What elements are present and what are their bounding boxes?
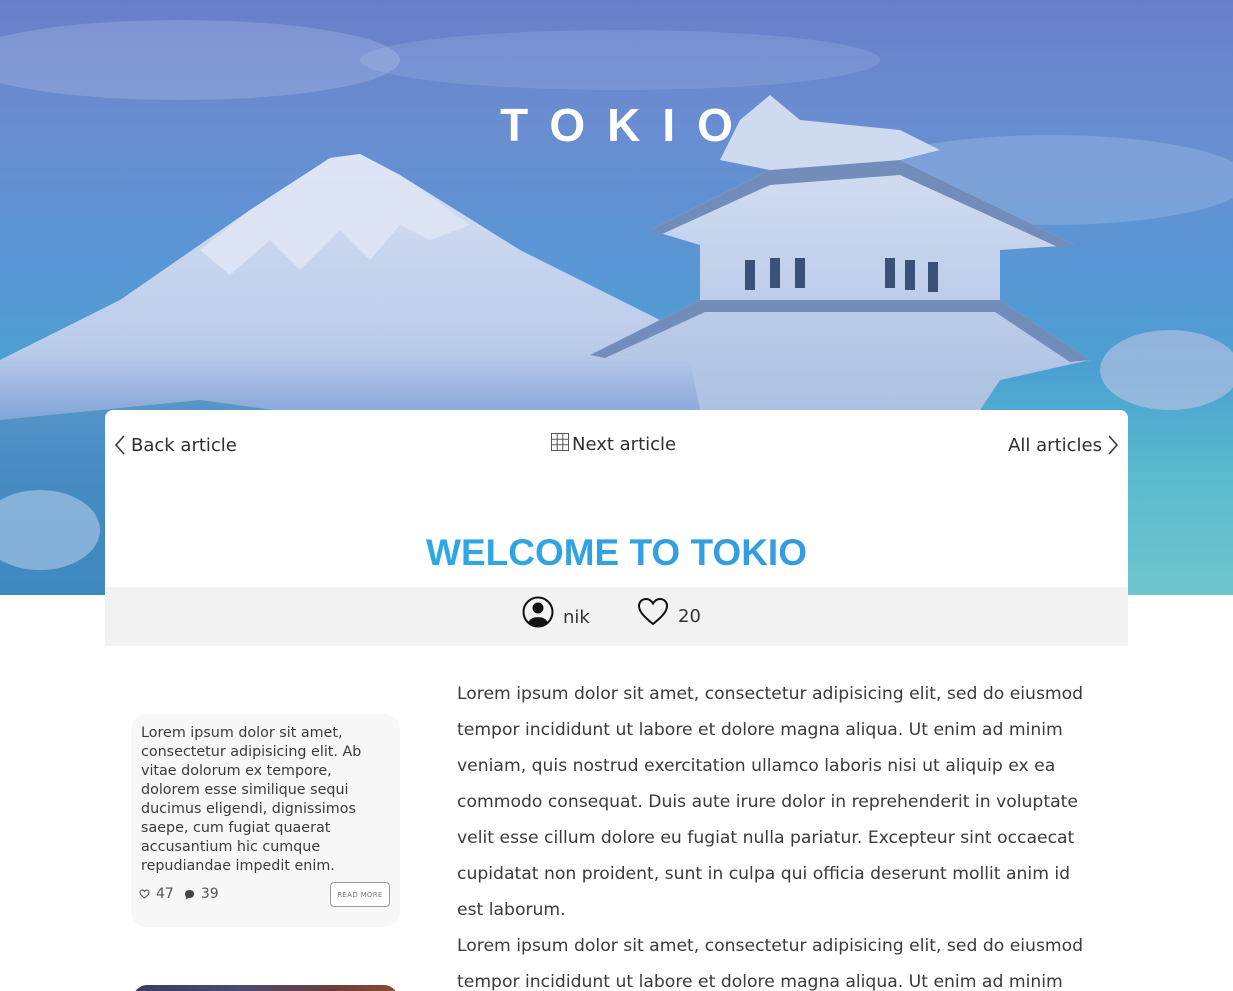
article-body: Lorem ipsum dolor sit amet, consectetur … — [457, 676, 1097, 991]
likes-count: 20 — [678, 606, 701, 627]
all-articles-link[interactable]: All articles — [1008, 434, 1120, 456]
next-article-label: Next article — [572, 434, 677, 455]
chevron-left-icon — [114, 435, 125, 455]
related-article-stats: 47 39 — [139, 886, 229, 902]
related-article-thumbnail[interactable] — [133, 985, 398, 991]
related-comments-count: 39 — [200, 886, 219, 902]
article-header-card: Back article Next article All articles W… — [105, 410, 1128, 646]
user-circle-icon — [522, 596, 554, 628]
grid-icon — [551, 432, 569, 451]
likes-info[interactable]: 20 — [637, 596, 701, 627]
back-article-link[interactable]: Back article — [113, 434, 237, 456]
next-article-link[interactable]: Next article — [550, 432, 677, 455]
author-name: nik — [563, 606, 590, 628]
related-article-card: Lorem ipsum dolor sit amet, consectetur … — [131, 714, 400, 927]
related-article-excerpt: Lorem ipsum dolor sit amet, consectetur … — [141, 725, 362, 874]
article-nav: Back article Next article All articles — [105, 410, 1128, 484]
article-paragraph: Lorem ipsum dolor sit amet, consectetur … — [457, 936, 1084, 991]
author-info[interactable]: nik — [522, 596, 590, 628]
hero-title: TOKIO — [500, 99, 755, 151]
related-likes-count: 47 — [156, 886, 174, 902]
heart-icon — [637, 597, 669, 625]
article-meta-bar: nik 20 — [105, 587, 1128, 646]
back-article-label: Back article — [131, 434, 237, 456]
read-more-button[interactable]: READ MORE — [330, 882, 390, 907]
article-paragraph: Lorem ipsum dolor sit amet, consectetur … — [457, 684, 1084, 920]
comment-icon[interactable] — [184, 889, 195, 900]
article-title: WELCOME TO TOKIO — [105, 532, 1128, 574]
all-articles-label: All articles — [1008, 434, 1102, 456]
heart-icon[interactable] — [139, 889, 150, 899]
chevron-right-icon — [1108, 435, 1119, 455]
